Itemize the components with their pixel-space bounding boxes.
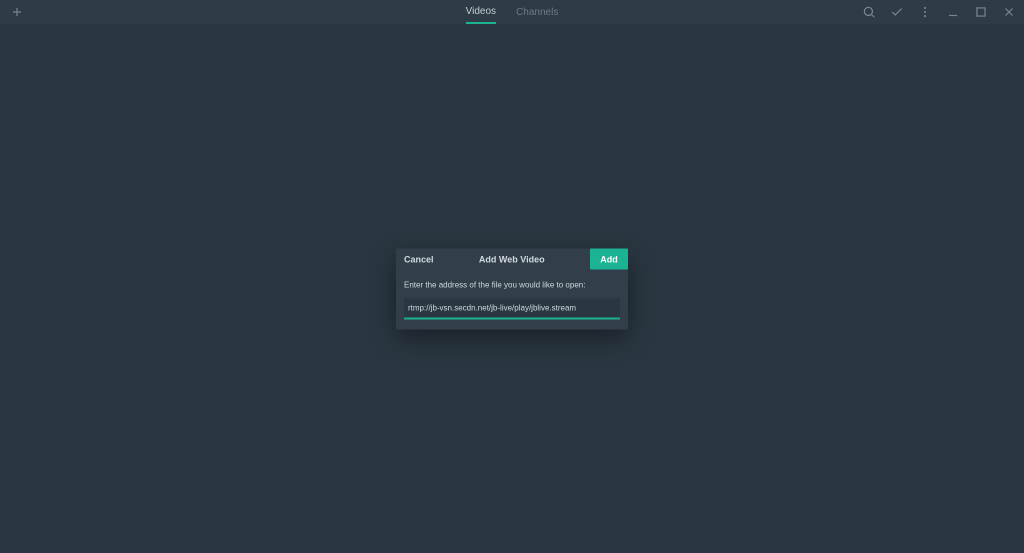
add-web-video-dialog: Cancel Add Web Video Add Enter the addre…	[396, 248, 628, 329]
tab-channels-label: Channels	[516, 7, 558, 18]
dialog-header: Cancel Add Web Video Add	[396, 248, 628, 270]
topbar-tabs: Videos Channels	[466, 0, 559, 24]
search-icon[interactable]	[862, 5, 876, 19]
cancel-button[interactable]: Cancel	[404, 254, 434, 264]
tab-videos-label: Videos	[466, 6, 496, 17]
topbar-left	[10, 0, 24, 24]
minimize-icon[interactable]	[946, 5, 960, 19]
dialog-prompt: Enter the address of the file you would …	[404, 280, 620, 289]
url-input[interactable]	[404, 298, 620, 319]
topbar: Videos Channels	[0, 0, 1024, 24]
dialog-title: Add Web Video	[440, 254, 584, 264]
tab-channels[interactable]: Channels	[516, 0, 558, 24]
close-icon[interactable]	[1002, 5, 1016, 19]
topbar-right	[862, 0, 1016, 24]
check-icon[interactable]	[890, 5, 904, 19]
add-button[interactable]: Add	[590, 249, 628, 270]
maximize-icon[interactable]	[974, 5, 988, 19]
content-area: Cancel Add Web Video Add Enter the addre…	[0, 24, 1024, 553]
dialog-body: Enter the address of the file you would …	[396, 270, 628, 329]
tab-videos[interactable]: Videos	[466, 0, 496, 24]
more-icon[interactable]	[918, 5, 932, 19]
plus-icon[interactable]	[10, 5, 24, 19]
